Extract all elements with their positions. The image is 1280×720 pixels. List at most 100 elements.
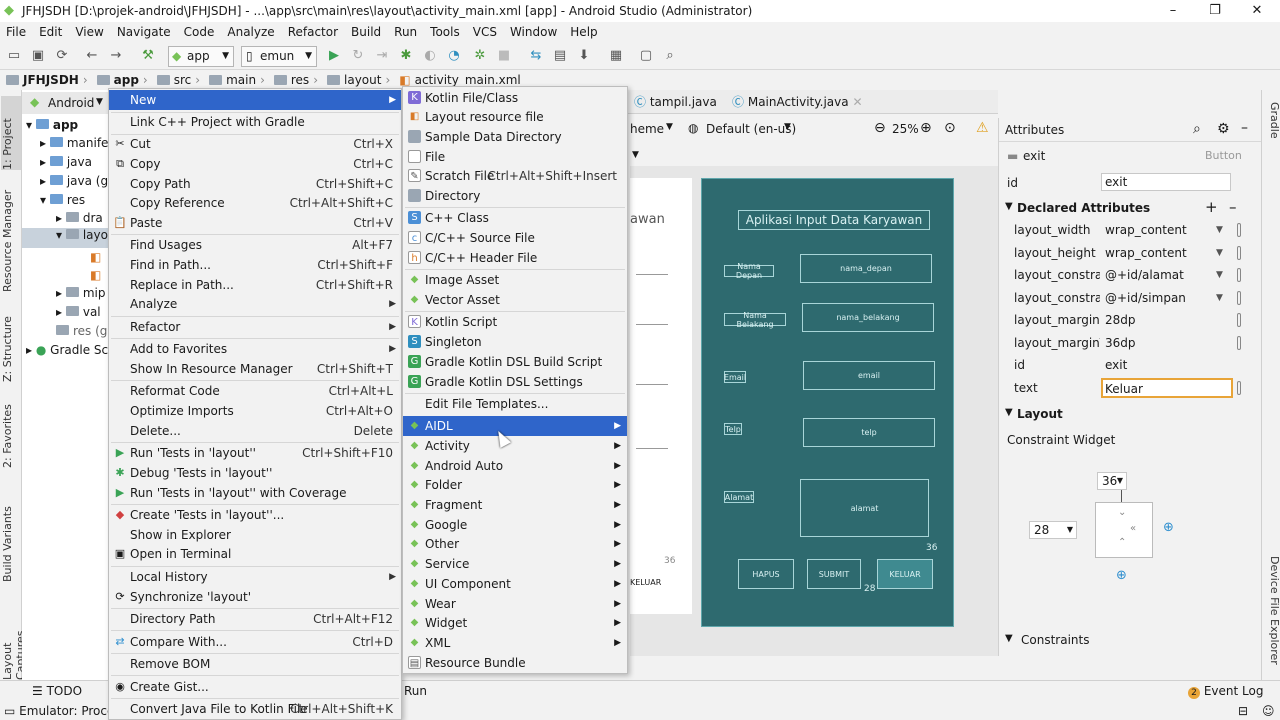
menu-item-open-in-terminal[interactable]: ▣ Open in Terminal — [109, 544, 401, 564]
breadcrumb-res[interactable]: res — [273, 73, 309, 87]
menu-analyze[interactable]: Analyze — [221, 25, 281, 39]
chevron-down-icon[interactable]: ▼ — [1216, 287, 1223, 309]
menu-window[interactable]: Window — [504, 25, 564, 39]
tree-item-res-generated[interactable]: res (ge — [56, 324, 115, 338]
menu-item-remove-bom[interactable]: Remove BOM — [109, 654, 401, 674]
submenu-item-vector-asset[interactable]: ◆ Vector Asset — [403, 290, 627, 310]
debug-icon[interactable]: ✱ — [398, 48, 414, 64]
locale-select[interactable]: Default (en-us) — [706, 122, 796, 136]
button-hapus[interactable]: HAPUS — [738, 559, 794, 589]
attr-row[interactable]: id exit — [999, 354, 1262, 376]
submenu-item-activity[interactable]: ◆ Activity ▶ — [403, 436, 627, 456]
tree-item-manifests[interactable]: ▸ manife — [40, 136, 108, 150]
app-title-textview[interactable]: Aplikasi Input Data Karyawan — [738, 210, 930, 230]
menu-item-new[interactable]: New ▶ — [109, 90, 401, 110]
declared-attributes-section[interactable]: ▼ Declared Attributes + – — [999, 198, 1262, 220]
breadcrumb-app[interactable]: app — [96, 73, 139, 87]
menu-item-local-history[interactable]: Local History ▶ — [109, 567, 401, 587]
event-log-tab[interactable]: 2 Event Log — [1188, 684, 1263, 699]
hammer-icon[interactable]: ⚒ — [140, 48, 156, 64]
constraint-box[interactable]: ⌄ « ⌃ — [1095, 502, 1153, 558]
search-icon[interactable]: ⌕ — [1193, 121, 1201, 137]
top-margin-select[interactable]: 36 ▼ — [1097, 472, 1127, 490]
submenu-item-cpp-header[interactable]: h C/C++ Header File — [403, 248, 627, 268]
menu-item-directory-path[interactable]: Directory Path Ctrl+Alt+F12 — [109, 609, 401, 629]
tab-layout-captures[interactable]: Layout Captures — [1, 600, 27, 680]
menu-item-run-tests[interactable]: ▶ Run 'Tests in 'layout'' Ctrl+Shift+F10 — [109, 443, 401, 463]
layout-inspector-icon[interactable]: ▢ — [638, 48, 654, 64]
attr-row[interactable]: layout_width wrap_content ▼ — [999, 219, 1262, 241]
submenu-item-kotlin-script[interactable]: K Kotlin Script — [403, 312, 627, 332]
zoom-fit-icon[interactable]: ⊙ — [944, 120, 956, 136]
submenu-item-edit-file-templates[interactable]: Edit File Templates... — [403, 394, 627, 414]
gradle-sync-icon[interactable]: ⇆ — [528, 48, 544, 64]
submenu-item-directory[interactable]: Directory — [403, 186, 627, 206]
breadcrumb-project[interactable]: JFHJSDH — [6, 73, 79, 87]
submenu-item-gradle-build-script[interactable]: G Gradle Kotlin DSL Build Script — [403, 352, 627, 372]
submenu-item-image-asset[interactable]: ◆ Image Asset — [403, 270, 627, 290]
close-button[interactable]: ✕ — [1234, 0, 1280, 22]
attr-row[interactable]: layout_constraintS@+id/simpan▼ — [999, 287, 1262, 309]
submenu-item-xml[interactable]: ◆ XML ▶ — [403, 633, 627, 653]
submenu-item-other[interactable]: ◆ Other ▶ — [403, 534, 627, 554]
submenu-item-scratch-file[interactable]: ✎ Scratch File Ctrl+Alt+Shift+Insert — [403, 166, 627, 186]
submenu-item-google[interactable]: ◆ Google ▶ — [403, 515, 627, 535]
menu-item-show-in-explorer[interactable]: Show in Explorer — [109, 525, 401, 545]
menu-item-convert-to-kotlin[interactable]: Convert Java File to Kotlin File Ctrl+Alt… — [109, 699, 401, 719]
theme-select[interactable]: heme — [630, 122, 664, 136]
menu-item-paste[interactable]: 📋 Paste Ctrl+V — [109, 213, 401, 233]
tree-item-drawable[interactable]: ▸ dra — [56, 211, 103, 225]
profile-icon[interactable]: ◐ — [422, 48, 438, 64]
sync-icon[interactable]: ⟳ — [54, 48, 70, 64]
menu-item-optimize-imports[interactable]: Optimize Imports Ctrl+Alt+O — [109, 401, 401, 421]
label-telp[interactable]: Telp — [724, 423, 742, 435]
close-icon[interactable]: ✕ — [852, 95, 862, 109]
menu-item-synchronize[interactable]: ⟳ Synchronize 'layout' — [109, 587, 401, 607]
field-email[interactable]: email — [803, 361, 935, 390]
resource-picker-icon[interactable] — [1237, 336, 1241, 350]
label-email[interactable]: Email — [724, 371, 746, 383]
field-nama-belakang[interactable]: nama_belakang — [802, 303, 934, 332]
add-constraint-right-icon[interactable]: ⊕ — [1163, 520, 1174, 535]
submenu-item-resource-bundle[interactable]: ▤ Resource Bundle — [403, 653, 627, 673]
text-input[interactable]: Keluar — [1101, 378, 1233, 398]
breadcrumb-layout[interactable]: layout — [327, 73, 381, 87]
menu-code[interactable]: Code — [178, 25, 222, 39]
attr-row-text[interactable]: text Keluar — [999, 377, 1262, 399]
project-view-select[interactable]: ◆ Android ▼ — [22, 92, 108, 114]
project-structure-icon[interactable]: ▦ — [608, 48, 624, 64]
gear-icon[interactable]: ⚙ — [1217, 121, 1230, 137]
menu-item-refactor[interactable]: Refactor ▶ — [109, 317, 401, 337]
tab-resource-manager[interactable]: Resource Manager — [1, 182, 21, 292]
menu-item-reformat-code[interactable]: Reformat Code Ctrl+Alt+L — [109, 381, 401, 401]
tree-item-res[interactable]: ▾ res — [40, 193, 85, 207]
button-keluar-selected[interactable]: KELUAR — [877, 559, 933, 589]
submenu-item-file[interactable]: File — [403, 147, 627, 167]
resource-picker-icon[interactable] — [1237, 246, 1241, 260]
add-attribute-icon[interactable]: + — [1205, 198, 1218, 216]
forward-icon[interactable]: → — [108, 48, 124, 64]
menu-item-analyze[interactable]: Analyze ▶ — [109, 294, 401, 314]
maximize-button[interactable]: ❐ — [1192, 0, 1238, 22]
avd-manager-icon[interactable]: ▤ — [552, 48, 568, 64]
tab-tampil-java[interactable]: Ⓒ tampil.java — [634, 93, 717, 110]
sdk-manager-icon[interactable]: ⬇ — [576, 48, 592, 64]
todo-tab[interactable]: ☰ TODO — [32, 684, 82, 698]
submenu-item-widget[interactable]: ◆ Widget ▶ — [403, 613, 627, 633]
resource-picker-icon[interactable] — [1237, 223, 1241, 237]
apply-changes-icon[interactable]: ↻ — [350, 48, 366, 64]
minimize-button[interactable]: – — [1150, 0, 1196, 22]
remove-attribute-icon[interactable]: – — [1229, 198, 1237, 216]
menu-item-create-gist[interactable]: ◉ Create Gist... — [109, 677, 401, 697]
breadcrumb-src[interactable]: src — [156, 73, 191, 87]
menu-item-run-coverage[interactable]: ▶ Run 'Tests in 'layout'' with Coverage — [109, 483, 401, 503]
attr-row[interactable]: layout_marginTop36dp — [999, 332, 1262, 354]
submenu-item-service[interactable]: ◆ Service ▶ — [403, 554, 627, 574]
xml-file-icon[interactable]: ◧ — [90, 268, 101, 282]
run-icon[interactable]: ▶ — [326, 48, 342, 64]
menu-refactor[interactable]: Refactor — [282, 25, 345, 39]
back-icon[interactable]: ← — [84, 48, 100, 64]
tree-item-gradle-scripts[interactable]: ▸ ● Gradle Scr — [26, 343, 113, 357]
button-submit[interactable]: SUBMIT — [807, 559, 861, 589]
breadcrumb-file[interactable]: ◧ activity_main.xml — [399, 73, 521, 87]
